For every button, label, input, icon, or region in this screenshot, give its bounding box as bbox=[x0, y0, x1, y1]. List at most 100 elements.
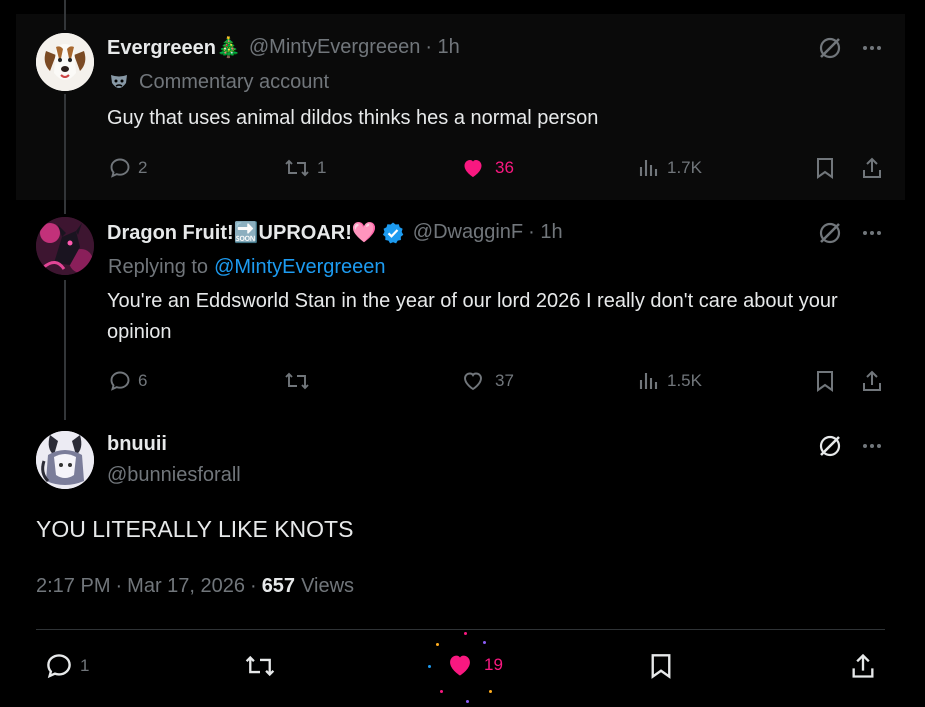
grok-button[interactable] bbox=[817, 220, 843, 251]
reply-count: 6 bbox=[138, 371, 148, 390]
heart-filled-icon bbox=[450, 655, 470, 676]
reply-count: 2 bbox=[138, 158, 148, 177]
like-sparkle bbox=[466, 700, 469, 703]
display-name[interactable]: bnuuii bbox=[107, 433, 167, 456]
bunny-avatar-image bbox=[36, 431, 94, 489]
share-icon bbox=[863, 370, 881, 391]
reply-icon bbox=[110, 371, 130, 391]
like-sparkle bbox=[483, 641, 486, 644]
user-handle[interactable]: @MintyEvergreeen bbox=[249, 36, 420, 59]
reply-button[interactable]: 1 bbox=[44, 651, 89, 681]
repost-button[interactable] bbox=[283, 369, 317, 393]
reply-button[interactable]: 6 bbox=[108, 369, 147, 393]
share-icon bbox=[852, 653, 874, 678]
tweet-header: Dragon Fruit!🔜UPROAR!🩷 @DwagginF · 1h bbox=[107, 220, 563, 245]
views-count: 1.7K bbox=[667, 158, 702, 177]
reply-button[interactable]: 2 bbox=[108, 156, 147, 180]
views-count: 1.5K bbox=[667, 371, 702, 390]
user-handle[interactable]: @bunniesforall bbox=[107, 464, 241, 487]
timestamp[interactable]: · 1h bbox=[528, 221, 562, 244]
theater-mask-icon bbox=[108, 72, 130, 94]
replying-to-link[interactable]: @MintyEvergreeen bbox=[214, 256, 385, 279]
share-button[interactable] bbox=[860, 369, 884, 393]
main-tweet-text: YOU LITERALLY LIKE KNOTS bbox=[36, 516, 354, 542]
repost-button[interactable] bbox=[243, 651, 283, 681]
more-dots-icon bbox=[863, 231, 881, 235]
like-sparkle bbox=[489, 690, 492, 693]
like-count: 19 bbox=[484, 655, 503, 674]
repost-button[interactable]: 1 bbox=[283, 156, 326, 180]
like-button[interactable]: 19 bbox=[446, 651, 503, 679]
tweet-header: Evergreeen🎄 @MintyEvergreeen · 1h bbox=[107, 35, 460, 60]
views-bar-icon bbox=[639, 160, 658, 176]
share-button[interactable] bbox=[849, 651, 877, 681]
views-button[interactable]: 1.7K bbox=[637, 156, 702, 180]
grok-button[interactable] bbox=[817, 433, 843, 464]
display-name[interactable]: Evergreeen🎄 bbox=[107, 35, 241, 60]
dragon-avatar-image bbox=[36, 217, 94, 275]
reply-count: 1 bbox=[80, 656, 90, 675]
commentary-text: Commentary account bbox=[139, 71, 330, 93]
heart-outline-icon bbox=[464, 372, 482, 391]
grok-icon bbox=[819, 37, 841, 59]
reply-icon bbox=[47, 654, 71, 679]
tweet-text: Guy that uses animal dildos thinks hes a… bbox=[107, 107, 599, 129]
grok-icon bbox=[819, 435, 841, 457]
repost-icon bbox=[245, 655, 275, 677]
like-button[interactable]: 37 bbox=[461, 369, 514, 393]
window-edge bbox=[905, 0, 925, 707]
timestamp[interactable]: · 1h bbox=[425, 36, 459, 59]
more-dots-icon bbox=[863, 444, 881, 448]
views-label: Views bbox=[301, 575, 355, 597]
tweet-text: You're an Eddsworld Stan in the year of … bbox=[107, 290, 838, 343]
bookmark-icon bbox=[651, 654, 671, 679]
thread-line bbox=[64, 280, 66, 420]
views-bar-icon bbox=[639, 373, 658, 389]
dog-avatar-image bbox=[36, 33, 94, 91]
more-button[interactable] bbox=[861, 37, 883, 65]
like-sparkle bbox=[464, 632, 467, 635]
commentary-label: Commentary account bbox=[108, 71, 329, 94]
more-button[interactable] bbox=[861, 222, 883, 249]
views-count: 657 bbox=[261, 575, 296, 597]
more-dots-icon bbox=[863, 46, 881, 50]
repost-icon bbox=[285, 372, 309, 390]
heart-filled-icon bbox=[464, 160, 482, 177]
tweet-thread: Evergreeen🎄 @MintyEvergreeen · 1h Commen… bbox=[0, 0, 905, 707]
avatar[interactable] bbox=[36, 217, 94, 275]
like-sparkle bbox=[440, 690, 443, 693]
tweet-header: bnuuii bbox=[107, 433, 167, 456]
like-sparkle bbox=[428, 665, 431, 668]
tweet-meta: 2:17 PM · Mar 17, 2026 · 657 Views bbox=[36, 575, 355, 598]
display-name[interactable]: Dragon Fruit!🔜UPROAR!🩷 bbox=[107, 220, 377, 245]
tweet-date[interactable]: Mar 17, 2026 bbox=[127, 575, 245, 598]
bookmark-button[interactable] bbox=[648, 651, 674, 681]
like-count: 36 bbox=[495, 158, 514, 177]
thread-line bbox=[64, 0, 66, 30]
share-button[interactable] bbox=[860, 156, 884, 180]
grok-icon bbox=[819, 222, 841, 244]
like-count: 37 bbox=[495, 371, 514, 390]
bookmark-button[interactable] bbox=[814, 156, 836, 180]
share-icon bbox=[863, 157, 881, 178]
repost-icon bbox=[285, 159, 309, 177]
replying-to-label: Replying to bbox=[108, 256, 209, 278]
thread-line bbox=[64, 94, 66, 214]
views-button[interactable]: 1.5K bbox=[637, 369, 702, 393]
tweet-time[interactable]: 2:17 PM bbox=[36, 575, 110, 598]
replying-to: Replying to @MintyEvergreeen bbox=[108, 256, 386, 279]
bookmark-icon bbox=[817, 371, 833, 392]
user-handle[interactable]: @DwagginF bbox=[413, 221, 523, 244]
avatar[interactable] bbox=[36, 33, 94, 91]
more-button[interactable] bbox=[861, 435, 883, 462]
bookmark-button[interactable] bbox=[814, 369, 836, 393]
bookmark-icon bbox=[817, 158, 833, 179]
verified-badge-icon bbox=[381, 221, 405, 245]
repost-count: 1 bbox=[317, 158, 327, 177]
reply-icon bbox=[110, 158, 130, 178]
avatar[interactable] bbox=[36, 431, 94, 489]
divider bbox=[36, 629, 885, 630]
grok-button[interactable] bbox=[817, 35, 843, 66]
like-button[interactable]: 36 bbox=[461, 156, 514, 180]
like-sparkle bbox=[436, 643, 439, 646]
